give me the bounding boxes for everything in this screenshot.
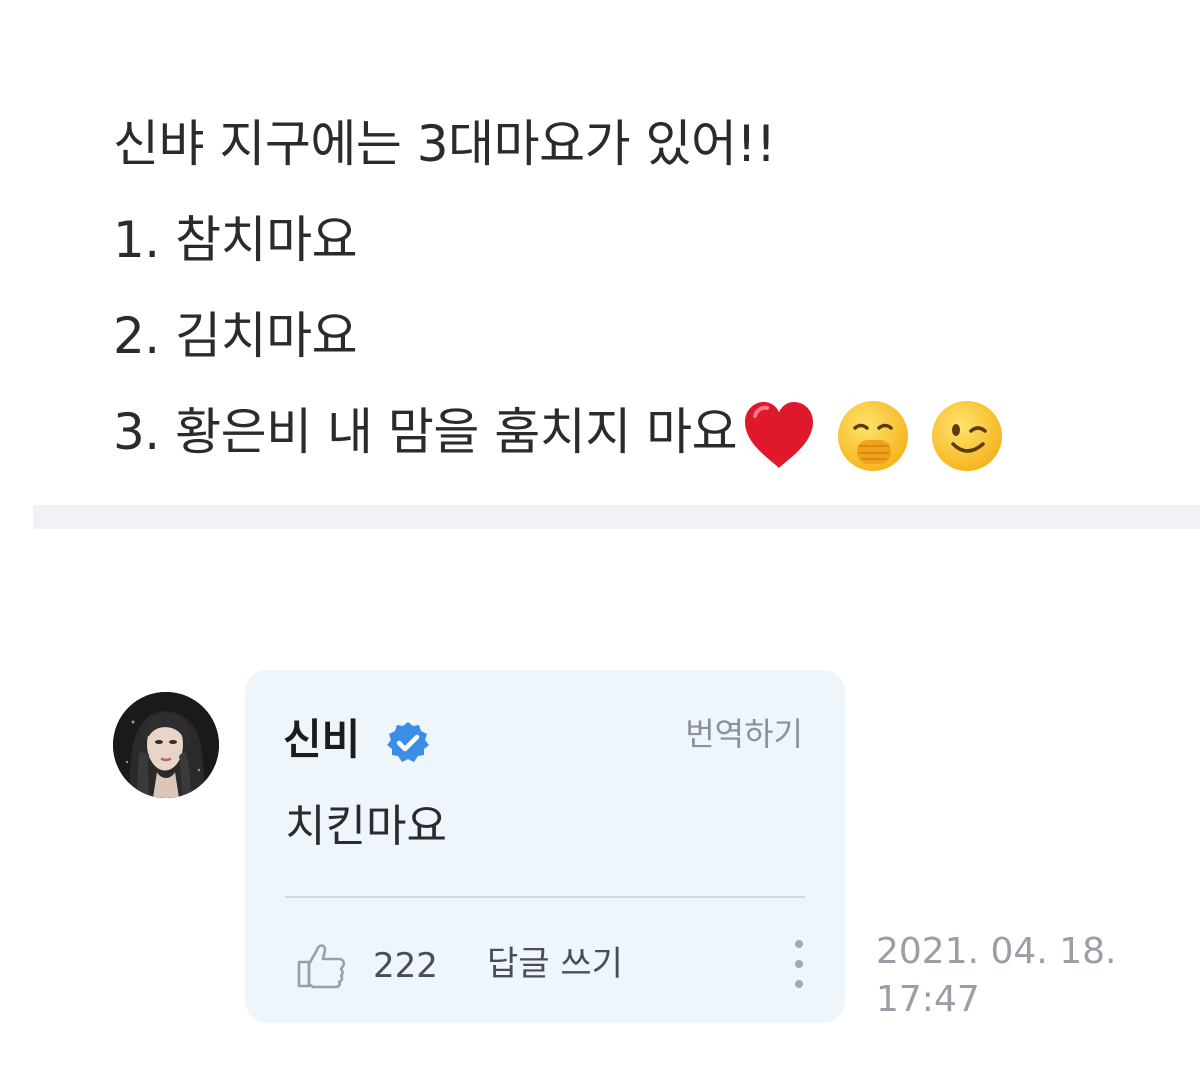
post-line-with-emojis: 3. 황은비 내 맘을 훔치지 마요 [113,384,1173,480]
face-with-hand-over-mouth-icon [835,398,911,474]
post-line: 신뱌 지구에는 3대마요가 있어!! [113,115,776,173]
section-divider [33,505,1200,529]
comment-timestamp: 2021. 04. 18. 17:47 [876,928,1116,1024]
comment-date: 2021. 04. 18. [876,931,1117,972]
like-count: 222 [373,946,438,986]
avatar[interactable] [113,692,219,798]
emoji-group [741,398,1023,474]
comment-time: 17:47 [876,979,980,1020]
verified-badge-icon [385,720,431,766]
winking-face-icon [929,398,1005,474]
post-line-text: 3. 황은비 내 맘을 훔치지 마요 [113,403,738,461]
red-heart-icon [741,398,817,474]
thumbs-up-icon[interactable] [295,938,349,992]
more-options-icon[interactable] [789,936,809,992]
translate-button[interactable]: 번역하기 [685,712,803,756]
comment-bubble: 신비 번역하기 치킨마요 222 답글 쓰기 [245,670,845,1023]
post-body: 신뱌 지구에는 3대마요가 있어!! 1. 참치마요 2. 김치마요 3. 황은… [113,96,1173,480]
comment-author-name[interactable]: 신비 [283,714,360,766]
comment-text: 치킨마요 [285,801,447,852]
reply-button[interactable]: 답글 쓰기 [487,942,623,986]
post-line: 1. 참치마요 [113,211,358,269]
comment-divider [285,896,805,898]
post-line: 2. 김치마요 [113,307,358,365]
